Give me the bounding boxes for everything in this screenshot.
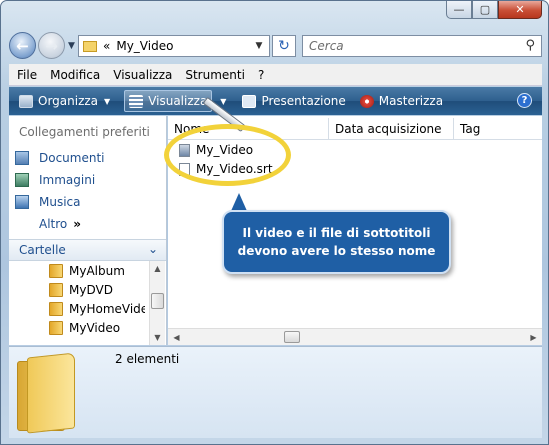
- back-arrow-icon: ←: [16, 36, 29, 55]
- close-button[interactable]: ✕: [498, 1, 542, 19]
- documents-icon: [15, 151, 29, 165]
- file-horizontal-scrollbar[interactable]: ◀ ▶: [168, 328, 542, 345]
- favorite-documenti[interactable]: Documenti: [15, 151, 105, 165]
- view-details-icon: [129, 94, 144, 108]
- favorites-title: Collegamenti preferiti: [19, 125, 150, 139]
- tree-folder-myalbum[interactable]: MyAlbum: [49, 264, 145, 278]
- organizza-button[interactable]: Organizza ▼: [15, 90, 114, 112]
- organizza-dropdown-icon: ▼: [104, 96, 111, 106]
- forward-arrow-icon: →: [45, 36, 58, 55]
- tree-folder-label: MyDVD: [69, 283, 113, 297]
- slideshow-icon: [242, 94, 257, 108]
- scroll-right-icon[interactable]: ▶: [525, 329, 542, 345]
- music-icon: [15, 195, 29, 209]
- organize-icon: [19, 94, 33, 108]
- scroll-thumb[interactable]: [151, 293, 164, 309]
- folder-front-shape: [27, 352, 75, 434]
- column-data-acquisizione[interactable]: Data acquisizione: [329, 118, 454, 140]
- presentazione-label: Presentazione: [261, 94, 346, 108]
- scroll-left-icon[interactable]: ◀: [168, 329, 185, 345]
- tree-folder-myhomevideo[interactable]: MyHomeVideo: [49, 302, 145, 316]
- menu-help[interactable]: ?: [258, 68, 264, 82]
- masterizza-button[interactable]: Masterizza: [356, 90, 447, 112]
- callout-line-1: Il video e il file di sottotitoli: [242, 226, 431, 240]
- details-pane: 2 elementi: [9, 346, 542, 438]
- folders-header[interactable]: Cartelle ⌄: [9, 239, 166, 261]
- more-chevron-icon: »: [73, 217, 82, 231]
- favorite-label: Immagini: [39, 173, 96, 187]
- burn-disc-icon: [359, 94, 374, 108]
- search-icon[interactable]: ⚲: [525, 38, 535, 53]
- folder-icon: [83, 40, 97, 52]
- tree-folder-label: MyAlbum: [69, 264, 125, 278]
- callout-pointer: [231, 193, 247, 211]
- favorite-musica[interactable]: Musica: [15, 195, 81, 209]
- search-placeholder: Cerca: [309, 39, 344, 53]
- tree-folder-label: MyHomeVideo: [69, 302, 145, 316]
- tree-folder-label: MyVideo: [69, 321, 121, 335]
- close-icon: ✕: [515, 3, 525, 16]
- folder-icon: [49, 321, 63, 335]
- folder-icon: [49, 302, 63, 316]
- search-input[interactable]: Cerca ⚲: [302, 35, 542, 57]
- menu-visualizza[interactable]: Visualizza: [113, 68, 172, 82]
- favorite-immagini[interactable]: Immagini: [15, 173, 95, 187]
- large-folder-icon: [17, 352, 79, 434]
- chevron-down-icon[interactable]: ⌄: [148, 242, 158, 256]
- scroll-down-icon[interactable]: ▼: [150, 330, 165, 345]
- address-bar[interactable]: « My_Video: [78, 35, 270, 57]
- more-link[interactable]: Altro »: [39, 217, 81, 231]
- breadcrumb-current[interactable]: My_Video: [116, 39, 173, 53]
- folder-icon: [49, 264, 63, 278]
- presentazione-button[interactable]: Presentazione: [238, 90, 349, 112]
- menu-strumenti[interactable]: Strumenti: [185, 68, 245, 82]
- address-dropdown-icon[interactable]: ▼: [249, 36, 269, 56]
- refresh-icon: ↻: [278, 38, 290, 54]
- pictures-icon: [15, 173, 29, 187]
- annotation-callout: Il video e il file di sottotitoli devono…: [222, 210, 451, 274]
- breadcrumb-chevron[interactable]: «: [103, 39, 110, 53]
- organizza-label: Organizza: [38, 94, 99, 108]
- minimize-button[interactable]: —: [446, 1, 472, 19]
- folder-icon: [49, 283, 63, 297]
- command-bar: Organizza ▼ Visualizza ▼ Presentazione M…: [9, 87, 542, 115]
- scroll-up-icon[interactable]: ▲: [150, 261, 165, 276]
- column-tag[interactable]: Tag: [454, 118, 542, 140]
- callout-line-2: devono avere lo stesso nome: [237, 244, 436, 258]
- visualizza-dropdown-icon[interactable]: ▼: [220, 97, 226, 106]
- favorite-label: Musica: [39, 195, 81, 209]
- minimize-icon: —: [453, 3, 465, 16]
- menu-modifica[interactable]: Modifica: [50, 68, 100, 82]
- favorite-label: Documenti: [39, 151, 105, 165]
- tree-vertical-scrollbar[interactable]: ▲ ▼: [149, 261, 165, 345]
- tree-folder-myvideo[interactable]: MyVideo: [49, 321, 145, 335]
- tree-folder-mydvd[interactable]: MyDVD: [49, 283, 145, 297]
- navigation-pane: Collegamenti preferiti Documenti Immagin…: [9, 116, 167, 345]
- window-controls: — ▢ ✕: [446, 1, 542, 19]
- maximize-icon: ▢: [479, 3, 491, 16]
- explorer-window: — ▢ ✕ ← → ▼ « My_Video ▼ ↻ Cerca ⚲ File …: [0, 0, 549, 445]
- folders-title: Cartelle: [19, 243, 66, 257]
- back-button[interactable]: ←: [9, 32, 36, 59]
- help-icon[interactable]: ?: [517, 93, 532, 108]
- menu-bar: File Modifica Visualizza Strumenti ?: [9, 64, 542, 86]
- scroll-thumb[interactable]: [284, 331, 300, 343]
- masterizza-label: Masterizza: [378, 94, 444, 108]
- maximize-button[interactable]: ▢: [472, 1, 498, 19]
- refresh-button[interactable]: ↻: [272, 35, 296, 57]
- visualizza-button[interactable]: Visualizza: [124, 90, 213, 112]
- visualizza-label: Visualizza: [148, 94, 208, 108]
- forward-button[interactable]: →: [38, 32, 65, 59]
- history-dropdown-icon[interactable]: ▼: [68, 41, 75, 51]
- item-count: 2 elementi: [115, 352, 180, 366]
- menu-file[interactable]: File: [17, 68, 37, 82]
- more-label: Altro: [39, 217, 68, 231]
- highlight-ellipse: [164, 124, 291, 186]
